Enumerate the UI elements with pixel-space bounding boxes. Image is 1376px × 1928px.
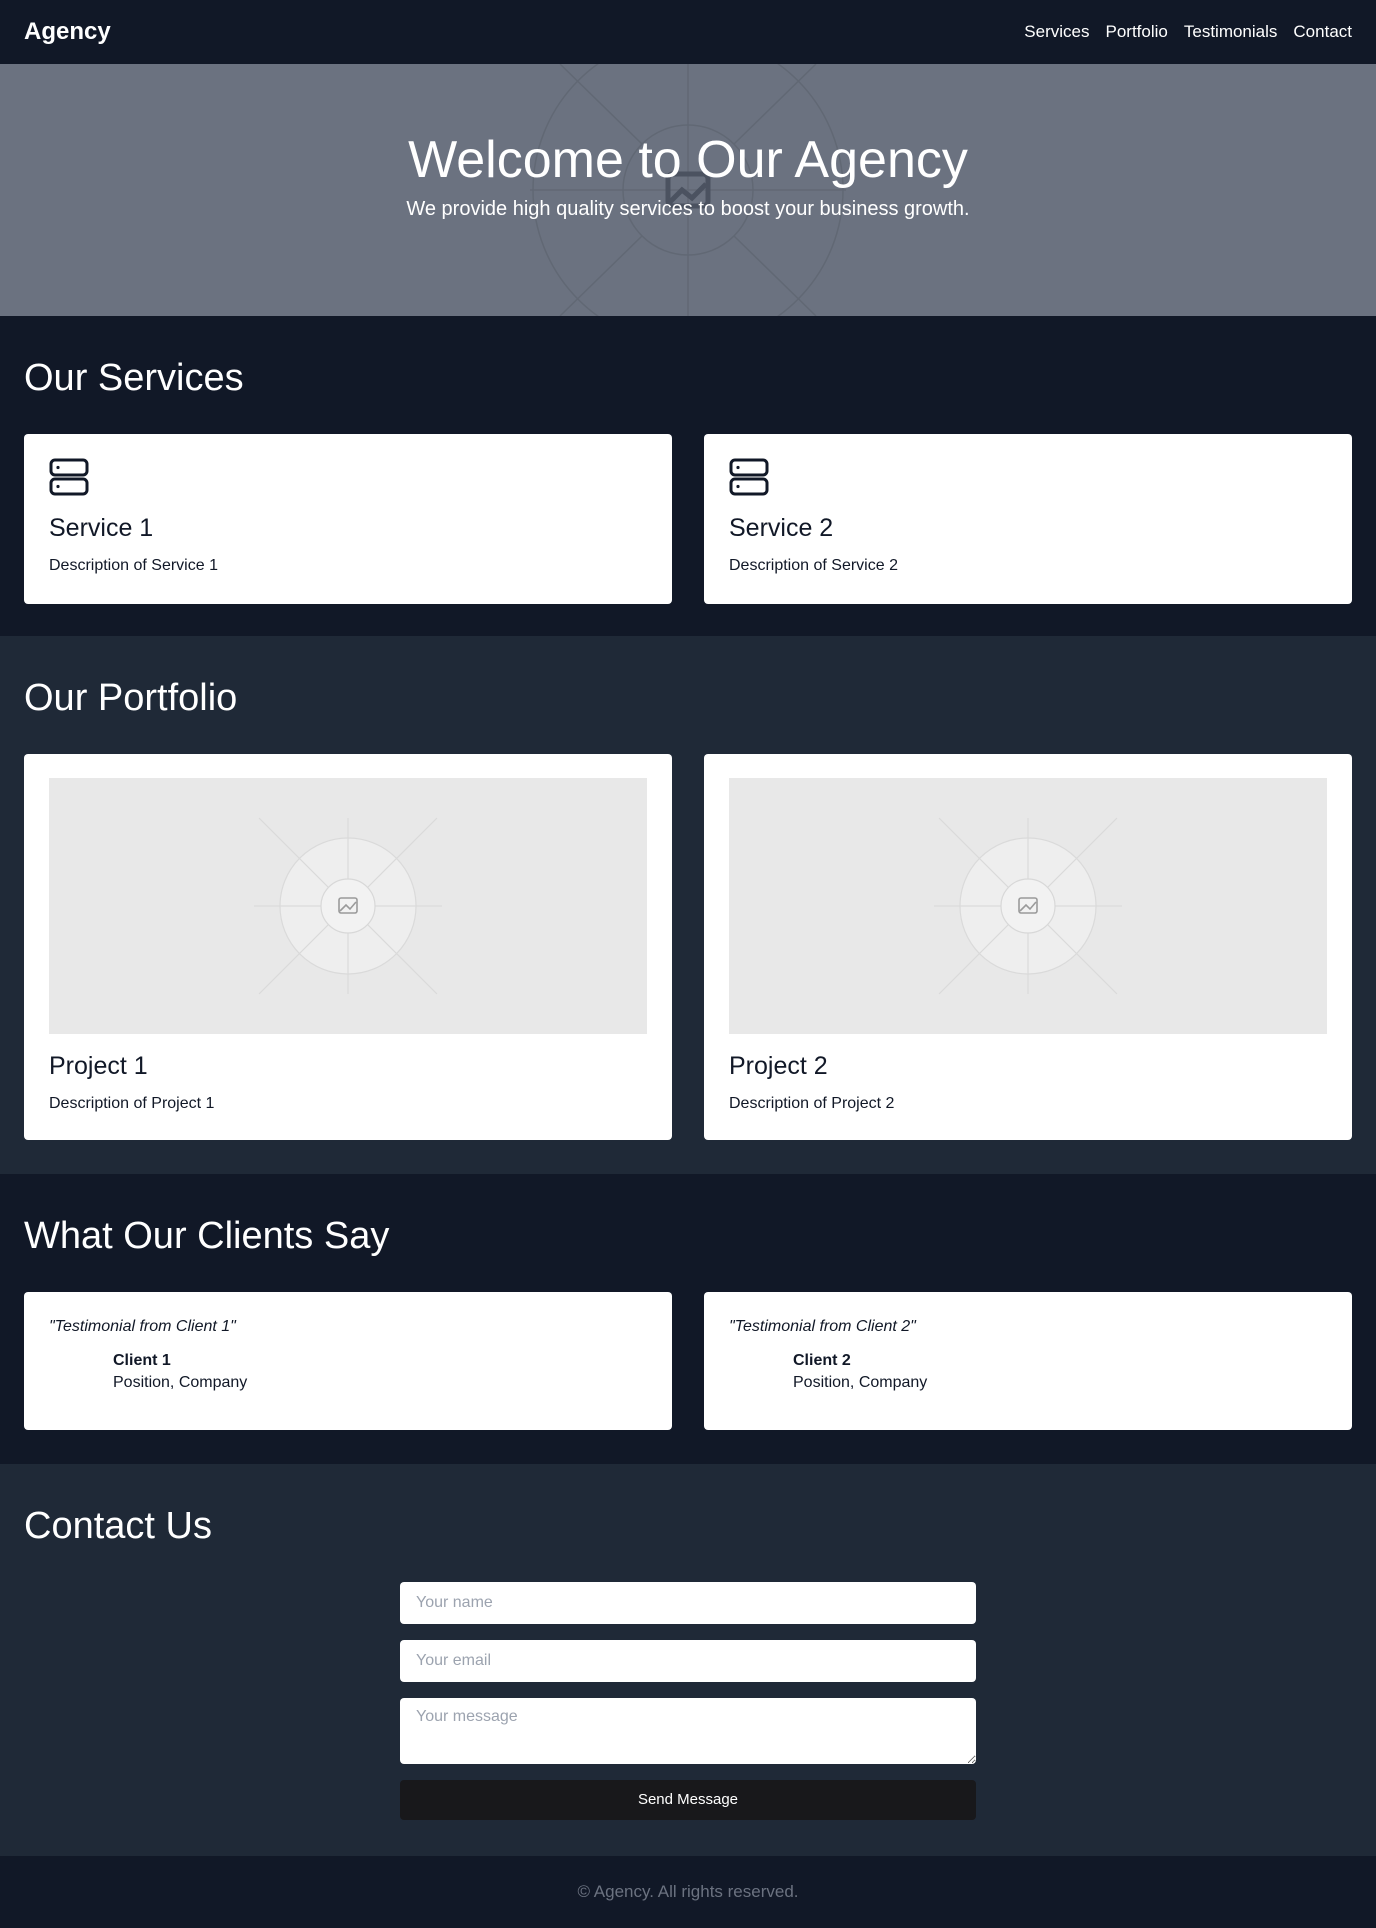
hero-section: Welcome to Our Agency We provide high qu…	[0, 64, 1376, 316]
hero-subtitle: We provide high quality services to boos…	[406, 197, 970, 220]
client-position: Position, Company	[793, 1373, 928, 1391]
project-image-placeholder	[729, 777, 1327, 1034]
service-title: Service 1	[49, 513, 154, 542]
email-input[interactable]	[400, 1639, 976, 1682]
nav-link-portfolio[interactable]: Portfolio	[1105, 22, 1167, 42]
message-textarea[interactable]	[400, 1697, 976, 1764]
client-name: Client 2	[793, 1351, 851, 1369]
services-heading: Our Services	[24, 357, 244, 399]
contact-section: Contact Us Send Message	[0, 1464, 1376, 1856]
hero-image-placeholder	[530, 64, 846, 316]
portfolio-card[interactable]: Project 1 Description of Project 1	[24, 753, 672, 1140]
contact-heading: Contact Us	[24, 1505, 212, 1547]
portfolio-card[interactable]: Project 2 Description of Project 2	[704, 753, 1352, 1140]
testimonials-section: What Our Clients Say "Testimonial from C…	[0, 1174, 1376, 1464]
top-navbar: Agency Services Portfolio Testimonials C…	[0, 0, 1376, 64]
services-section: Our Services Service 1 Description of Se…	[0, 316, 1376, 636]
contact-form: Send Message	[400, 1581, 976, 1820]
testimonial-card: "Testimonial from Client 1" Client 1 Pos…	[24, 1291, 672, 1430]
client-position: Position, Company	[113, 1373, 248, 1391]
hero-title: Welcome to Our Agency	[408, 130, 968, 189]
service-title: Service 2	[729, 513, 834, 542]
project-title: Project 1	[49, 1051, 148, 1080]
project-description: Description of Project 2	[729, 1094, 895, 1112]
server-icon	[729, 458, 769, 496]
testimonials-heading: What Our Clients Say	[24, 1215, 390, 1257]
nav-links: Services Portfolio Testimonials Contact	[1024, 22, 1352, 42]
service-card: Service 2 Description of Service 2	[704, 433, 1352, 604]
name-input[interactable]	[400, 1581, 976, 1624]
client-info: Client 1 Position, Company	[49, 1352, 647, 1392]
project-image-placeholder	[49, 777, 647, 1034]
send-message-button[interactable]: Send Message	[400, 1779, 976, 1820]
testimonial-card: "Testimonial from Client 2" Client 2 Pos…	[704, 1291, 1352, 1430]
testimonial-quote: "Testimonial from Client 2"	[729, 1317, 916, 1335]
client-info: Client 2 Position, Company	[729, 1352, 1327, 1392]
portfolio-heading: Our Portfolio	[24, 677, 238, 719]
copyright-text: © Agency. All rights reserved.	[577, 1882, 799, 1901]
client-name: Client 1	[113, 1351, 171, 1369]
nav-link-services[interactable]: Services	[1024, 22, 1089, 42]
project-title: Project 2	[729, 1051, 828, 1080]
footer: © Agency. All rights reserved.	[0, 1856, 1376, 1928]
nav-link-contact[interactable]: Contact	[1293, 22, 1352, 42]
service-description: Description of Service 2	[729, 556, 898, 574]
service-card: Service 1 Description of Service 1	[24, 433, 672, 604]
service-description: Description of Service 1	[49, 556, 218, 574]
project-description: Description of Project 1	[49, 1094, 215, 1112]
portfolio-section: Our Portfolio Project 1 Description of P…	[0, 636, 1376, 1174]
brand-logo[interactable]: Agency	[24, 18, 111, 46]
server-icon	[49, 458, 89, 496]
nav-link-testimonials[interactable]: Testimonials	[1184, 22, 1278, 42]
testimonial-quote: "Testimonial from Client 1"	[49, 1317, 236, 1335]
